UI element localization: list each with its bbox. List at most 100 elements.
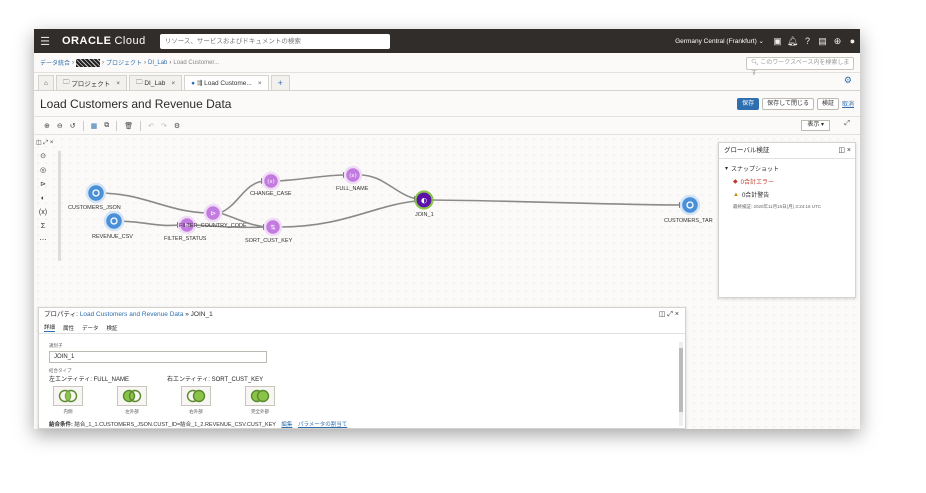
snapshot-toggle[interactable]: ▾ スナップショット [719,164,855,173]
data-flow-canvas[interactable]: ◫ ⤢ × ⊙ ◎ ⊳ ◐ (x) Σ ⋯ ⊳ ⊳ (x) ⇅ (x) ◐ CU… [34,135,860,429]
save-close-button[interactable]: 保存して閉じる [762,97,814,110]
node-revenue-csv[interactable] [103,210,125,232]
full-outer-join-icon [245,386,275,406]
terminal-icon[interactable]: ▣ [770,29,785,53]
gear-icon[interactable]: ⚙ [844,75,852,86]
breadcrumb: データ統合 › › プロジェクト › DI_Lab › Load Custome… [34,53,860,77]
validation-title: グローバル検証 [724,147,770,154]
undo-icon[interactable]: ↶ [148,122,154,130]
scrollbar-thumb[interactable] [679,348,683,412]
help-icon[interactable]: ? [800,29,815,53]
tab-details[interactable]: 詳細 [44,323,56,332]
left-entity: 左エンティティ: FULL_NAME [49,377,129,383]
globe-icon[interactable]: ⊕ [830,29,845,53]
join-condition-value: 結合_1_1.CUSTOMERS_JSON.CUST_ID=結合_1_2.REV… [74,422,276,428]
oracle-cloud-logo[interactable]: ORACLE Cloud [62,35,146,47]
save-button[interactable]: 保存 [737,97,760,110]
close-icon[interactable]: × [171,80,175,87]
panel-icon[interactable]: ◫ [659,311,666,318]
breadcrumb-item-project[interactable]: プロジェクト [106,58,142,67]
tab-load-customers[interactable]: ● ⇶ Load Custome... × [184,75,269,90]
add-tab-button[interactable]: + [270,75,290,90]
node-label-change-case: CHANGE_CASE [250,191,292,197]
page-title: Load Customers and Revenue Data [40,96,232,111]
properties-scrollbar[interactable] [679,342,683,426]
link-filter-country-to-change-case[interactable] [219,180,265,214]
errors-count: 0合計エラー [740,180,774,186]
toolbar-divider [116,120,118,131]
link-change-case-to-full-name[interactable] [277,174,347,182]
copy-icon[interactable]: ⧉ [104,122,109,130]
edit-condition-link[interactable]: 編集 [281,422,292,428]
link-sort-to-join[interactable] [279,200,418,228]
validation-header-buttons: ◫ × [838,143,851,159]
breadcrumb-item-data-integration[interactable]: データ統合 [40,58,70,67]
node-join-1[interactable]: ◐ [414,190,434,210]
warnings-row[interactable]: ▲ 0合計警告 [719,190,855,200]
settings-icon[interactable]: ⚙ [174,122,180,130]
zoom-in-icon[interactable]: ⊕ [44,122,50,130]
view-dropdown[interactable]: 表示 ▾ [801,120,830,131]
warnings-count: 0合計警告 [741,193,770,199]
redo-icon[interactable]: ↷ [161,122,167,130]
validate-button[interactable]: 検証 [816,97,839,110]
node-change-case[interactable]: (x) [261,171,281,191]
breadcrumb-item-current: Load Customer... [173,59,220,66]
close-icon[interactable]: × [847,147,851,154]
region-selector[interactable]: Germany Central (Frankfurt) ⌄ [675,37,764,45]
hamburger-icon[interactable]: ☰ [36,29,54,53]
reset-icon[interactable]: ↺ [70,122,76,130]
properties-prefix: プロパティ: [44,311,78,318]
zoom-out-icon[interactable]: ⊖ [57,122,63,130]
join-type-left-outer[interactable]: 左外部 [115,386,149,415]
tab-validation[interactable]: 検証 [107,324,118,332]
node-filter-country-code[interactable]: ⊳ [203,203,223,223]
node-customers-tar[interactable] [679,194,701,216]
data-flow-icon: ⇶ [196,80,205,87]
errors-row[interactable]: ◆ 0合計エラー [719,177,855,186]
expand-icon[interactable]: ⤢ [844,120,850,128]
breadcrumb-sep: › [72,59,75,66]
tab-data[interactable]: データ [82,324,99,332]
svg-text:⇅: ⇅ [270,224,276,232]
workspace-search-input[interactable]: 🔍︎ このワークスペース内を検索します [746,57,854,77]
tab-attributes[interactable]: 属性 [63,324,74,332]
properties-tabs: 詳細 属性 データ 検証 [39,322,685,334]
chat-icon[interactable]: ▤ [815,29,830,53]
assign-parameter-link[interactable]: パラメータの割当て [298,422,347,428]
join-type-full-outer[interactable]: 完全外部 [243,386,277,415]
grid-icon[interactable]: ▦ [91,122,98,130]
properties-flow-link[interactable]: Load Customers and Revenue Data [80,311,184,318]
identifier-input[interactable]: JOIN_1 [49,351,267,363]
node-sort-cust-key[interactable]: ⇅ [263,217,283,237]
svg-text:◐: ◐ [421,197,427,205]
tab-di-lab[interactable]: 🗀 DI_Lab × [129,75,183,90]
redacted-workspace-name[interactable] [76,58,101,67]
close-icon[interactable]: × [116,80,120,87]
breadcrumb-item-di-lab[interactable]: DI_Lab [148,60,167,66]
bell-icon[interactable]: 🔔︎ [785,29,800,53]
join-type-right-outer[interactable]: 右外部 [179,386,213,415]
link-full-name-to-join[interactable] [359,174,418,200]
top-bar: ☰ ORACLE Cloud リソース、サービスおよびドキュメントの検索 Germ… [34,29,860,53]
close-icon[interactable]: × [258,80,262,87]
node-customers-json[interactable] [85,182,107,204]
validation-header: グローバル検証 ◫ × [719,143,855,159]
global-validation-panel: グローバル検証 ◫ × ▾ スナップショット ◆ 0合計エラー ▲ 0合計警告 … [718,142,856,298]
left-outer-join-label: 左外部 [125,409,139,414]
node-full-name[interactable]: (x) [343,165,363,185]
link-join-to-target[interactable] [431,199,683,206]
tab-project[interactable]: 🗀 プロジェクト × [55,75,128,90]
panel-icon[interactable]: ◫ [838,147,845,154]
join-type-inner[interactable]: 内側 [51,386,85,415]
tab-home[interactable]: ⌂ [38,75,54,90]
delete-icon[interactable]: 🗑︎ [124,122,133,130]
user-icon[interactable]: ● [845,29,860,53]
close-icon[interactable]: × [675,311,679,318]
properties-body: 識別子 JOIN_1 結合タイプ 左エンティティ: FULL_NAME 右エンテ… [39,334,679,428]
expand-icon[interactable]: ⤢ [667,311,673,318]
cancel-link[interactable]: 取消 [842,99,854,108]
global-search-input[interactable]: リソース、サービスおよびドキュメントの検索 [159,33,390,49]
breadcrumb-sep: › [102,59,105,66]
caret-down-icon: ▾ [725,166,729,172]
